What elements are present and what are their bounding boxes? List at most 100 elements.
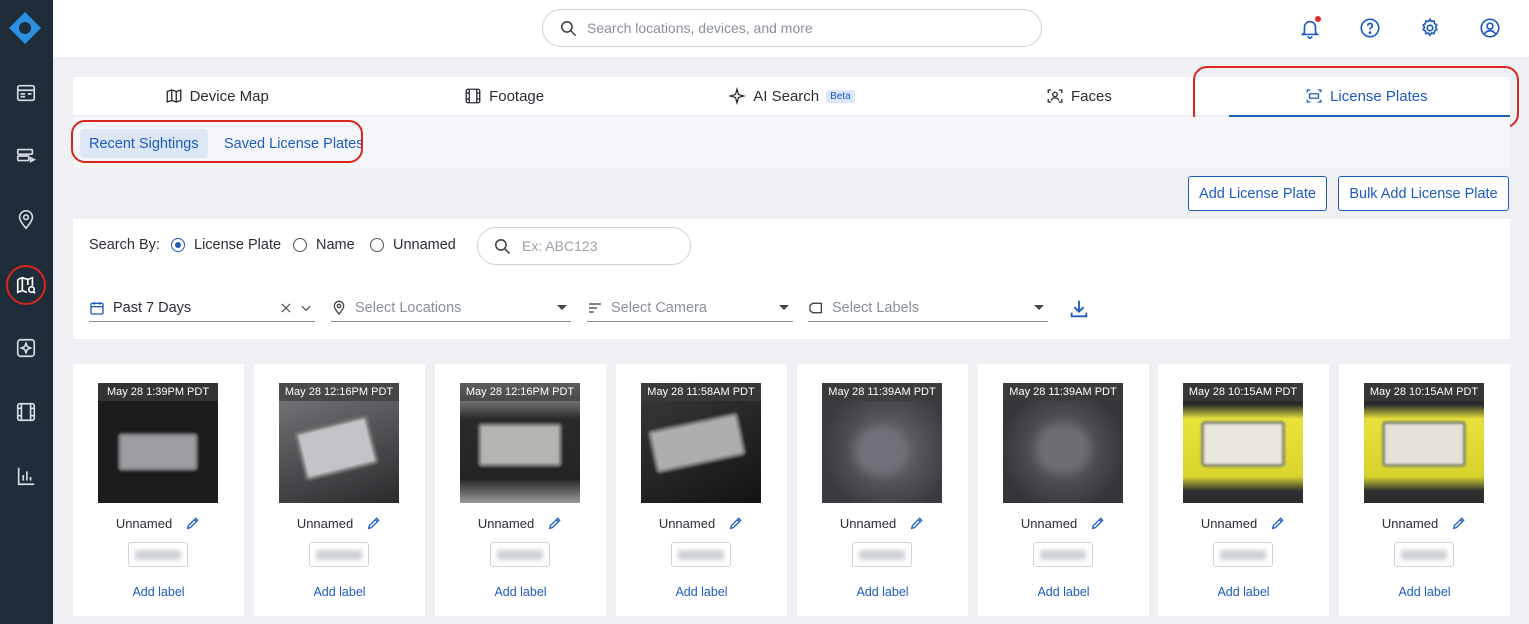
plate-thumbnail[interactable]: May 28 1:39PM PDT [98,383,218,503]
download-icon[interactable] [1068,298,1090,320]
plate-thumbnail[interactable]: May 28 12:16PM PDT [460,383,580,503]
global-search[interactable] [542,9,1042,47]
radio-button-selected[interactable] [171,238,185,252]
tab-device-map[interactable]: Device Map [73,77,360,115]
search-icon [494,238,511,255]
name-row: Unnamed [435,515,606,531]
pencil-icon[interactable] [909,515,925,531]
radio-button[interactable] [370,238,384,252]
plate-name: Unnamed [1200,515,1258,531]
help-icon[interactable] [1357,15,1383,41]
app-logo[interactable] [8,11,42,45]
date-range-select[interactable]: Past 7 Days [89,295,315,322]
timestamp: May 28 10:15AM PDT [1364,383,1484,401]
face-scan-icon [1047,89,1063,103]
plate-thumbnail[interactable]: May 28 11:39AM PDT [822,383,942,503]
devices-icon[interactable] [9,139,43,173]
timestamp: May 28 1:39PM PDT [98,383,218,401]
dropdown-caret-icon [1034,305,1044,310]
radio-name[interactable]: Name [293,237,355,253]
blurred-plate [647,411,747,475]
plate-search[interactable] [477,227,691,265]
radio-license-plate[interactable]: License Plate [171,237,281,253]
blurred-plate [118,433,198,471]
add-label-link[interactable]: Add label [616,585,787,599]
name-row: Unnamed [616,515,787,531]
tab-ai-search[interactable]: AI Search Beta [648,77,935,115]
radio-label: Unnamed [393,237,456,253]
filter-panel: Search By: License Plate Name Unnamed Pa… [73,219,1510,339]
add-label-link[interactable]: Add label [435,585,606,599]
add-label-link[interactable]: Add label [797,585,968,599]
plate-thumbnail[interactable]: May 28 10:15AM PDT [1364,383,1484,503]
chevron-down-icon[interactable] [299,301,313,315]
timestamp: May 28 11:58AM PDT [641,383,761,401]
plate-thumbnail[interactable]: May 28 11:39AM PDT [1003,383,1123,503]
plate-name: Unnamed [115,515,173,531]
plate-card[interactable]: May 28 1:39PM PDT Unnamed Add label [73,364,244,616]
plate-name: Unnamed [1381,515,1439,531]
plate-card[interactable]: May 28 10:15AM PDT Unnamed Add label [1339,364,1510,616]
locations-select[interactable]: Select Locations [331,295,571,322]
plate-name: Unnamed [839,515,897,531]
notifications-icon[interactable] [1297,15,1323,41]
clear-icon[interactable] [279,301,293,315]
plate-card[interactable]: May 28 12:16PM PDT Unnamed Add label [254,364,425,616]
name-row: Unnamed [1339,515,1510,531]
radio-unnamed[interactable]: Unnamed [370,237,456,253]
pencil-icon[interactable] [366,515,382,531]
tab-label: Device Map [189,87,269,105]
name-row: Unnamed [254,515,425,531]
pencil-icon[interactable] [1090,515,1106,531]
plate-card[interactable]: May 28 11:39AM PDT Unnamed Add label [978,364,1149,616]
add-label-link[interactable]: Add label [254,585,425,599]
tab-footage[interactable]: Footage [360,77,647,115]
gear-icon[interactable] [1417,15,1443,41]
tag-icon [809,302,822,314]
reports-icon[interactable] [9,459,43,493]
plate-number-box [1033,542,1093,567]
plate-search-input[interactable] [522,238,672,254]
bulk-add-license-plate-button[interactable]: Bulk Add License Plate [1338,176,1509,211]
pencil-icon[interactable] [1270,515,1286,531]
calendar-icon [90,302,104,315]
plate-card[interactable]: May 28 10:15AM PDT Unnamed Add label [1158,364,1329,616]
plate-card[interactable]: May 28 12:16PM PDT Unnamed Add label [435,364,606,616]
analytics-icon[interactable] [9,331,43,365]
sparkle-icon [728,87,747,105]
add-label-link[interactable]: Add label [1158,585,1329,599]
plate-number-box [1213,542,1273,567]
camera-select[interactable]: Select Camera [587,295,793,322]
add-label-link[interactable]: Add label [73,585,244,599]
tab-label: AI Search [753,87,820,105]
search-icon [560,20,577,37]
blurred-plate [852,423,912,478]
global-search-input[interactable] [587,20,1007,36]
location-pin-icon[interactable] [9,203,43,237]
pencil-icon[interactable] [185,515,201,531]
plate-thumbnail[interactable]: May 28 11:58AM PDT [641,383,761,503]
add-license-plate-button[interactable]: Add License Plate [1188,176,1327,211]
plate-number-box [128,542,188,567]
plate-card[interactable]: May 28 11:58AM PDT Unnamed Add label [616,364,787,616]
name-row: Unnamed [797,515,968,531]
dropdown-caret-icon [779,305,789,310]
radio-button[interactable] [293,238,307,252]
pencil-icon[interactable] [728,515,744,531]
tab-faces[interactable]: Faces [935,77,1222,115]
search-by-label: Search By: [89,237,160,253]
plate-number-box [671,542,731,567]
labels-select[interactable]: Select Labels [808,295,1048,322]
footage-icon[interactable] [9,395,43,429]
user-avatar-icon[interactable] [1477,15,1503,41]
plate-card[interactable]: May 28 11:39AM PDT Unnamed Add label [797,364,968,616]
radio-label: License Plate [194,237,282,253]
dashboard-icon[interactable] [9,76,43,110]
map-search-icon[interactable] [6,265,46,305]
plate-thumbnail[interactable]: May 28 10:15AM PDT [1183,383,1303,503]
add-label-link[interactable]: Add label [1339,585,1510,599]
plate-thumbnail[interactable]: May 28 12:16PM PDT [279,383,399,503]
add-label-link[interactable]: Add label [978,585,1149,599]
pencil-icon[interactable] [547,515,563,531]
pencil-icon[interactable] [1451,515,1467,531]
